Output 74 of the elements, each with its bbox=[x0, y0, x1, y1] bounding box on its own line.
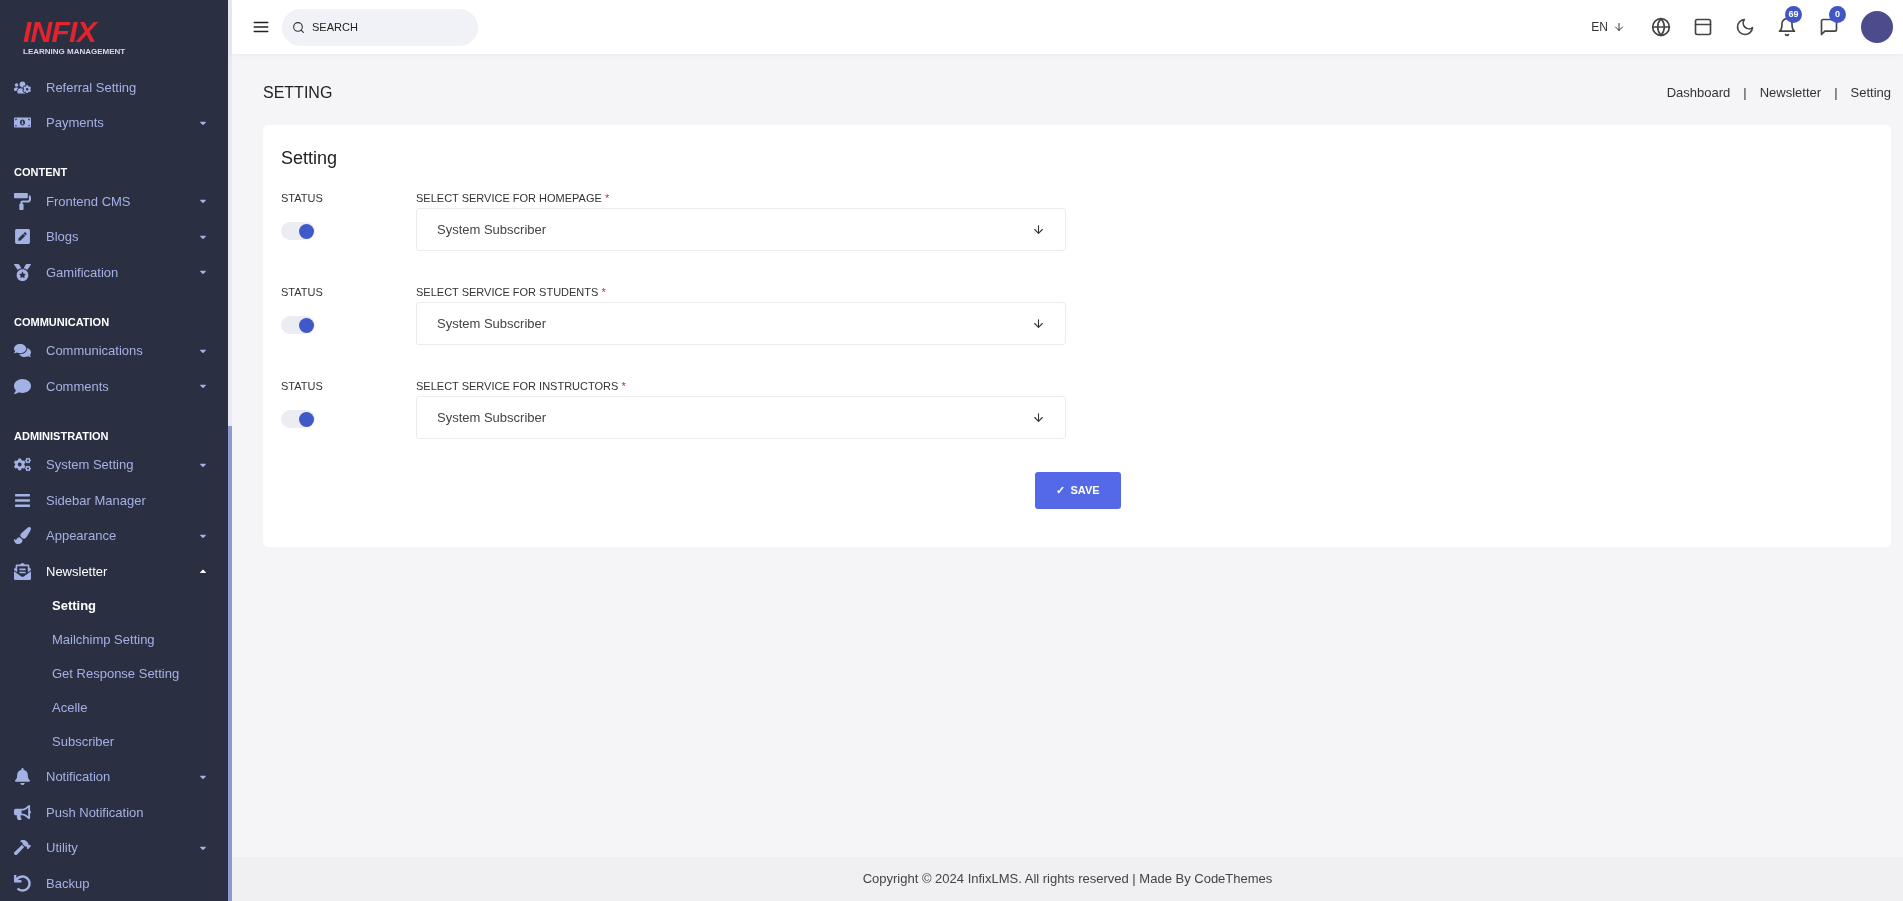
avatar[interactable] bbox=[1861, 11, 1893, 43]
arrow-down-icon bbox=[1032, 223, 1045, 236]
bell-icon bbox=[14, 768, 31, 786]
sidebar-group-item[interactable]: Frontend CMS bbox=[0, 183, 228, 219]
sidebar-group-item[interactable]: Comments bbox=[0, 368, 228, 404]
service-select[interactable]: System Subscriber bbox=[416, 208, 1066, 251]
search-field[interactable]: SEARCH bbox=[282, 8, 478, 46]
notification-count-badge: 69 bbox=[1785, 6, 1802, 23]
search-icon bbox=[292, 20, 305, 34]
layout-icon[interactable] bbox=[1693, 17, 1713, 37]
field-label: SELECT SERVICE FOR INSTRUCTORS * bbox=[416, 379, 627, 394]
page-title: SETTING bbox=[263, 83, 333, 103]
breadcrumb-separator: | bbox=[1834, 84, 1838, 103]
paintbrush-icon bbox=[14, 527, 31, 545]
arrow-down-icon bbox=[1032, 317, 1045, 330]
sidebar-group-item[interactable]: Appearance bbox=[0, 518, 228, 554]
sidebar-subitem[interactable]: Subscriber bbox=[52, 732, 115, 752]
medal-icon bbox=[14, 263, 31, 281]
scrollbar[interactable] bbox=[228, 0, 232, 901]
sidebar-group-item[interactable]: System Setting bbox=[0, 447, 228, 483]
undo-arrow-icon bbox=[14, 874, 31, 892]
status-label: STATUS bbox=[281, 379, 324, 394]
status-label: STATUS bbox=[281, 285, 324, 300]
status-toggle[interactable] bbox=[281, 410, 315, 428]
service-select[interactable]: System Subscriber bbox=[416, 302, 1066, 345]
sidebar-item[interactable]: Referral Setting bbox=[0, 69, 228, 105]
chat-bubble-icon bbox=[14, 377, 31, 395]
arrow-down-icon bbox=[1613, 21, 1625, 33]
paint-roller-icon bbox=[14, 192, 31, 210]
status-toggle[interactable] bbox=[281, 222, 315, 240]
sidebar-group-item[interactable]: Blogs bbox=[0, 219, 228, 255]
hammer-icon bbox=[14, 839, 31, 857]
sidebar-group-item[interactable]: Gamification bbox=[0, 254, 228, 290]
field-label: SELECT SERVICE FOR STUDENTS * bbox=[416, 285, 607, 300]
arrow-down-icon bbox=[1032, 411, 1045, 424]
globe-icon[interactable] bbox=[1651, 17, 1671, 37]
sidebar-group-item[interactable]: Newsletter bbox=[0, 553, 228, 589]
envelope-icon bbox=[14, 562, 31, 580]
status-toggle[interactable] bbox=[281, 316, 315, 334]
chat-bubbles-icon bbox=[14, 342, 31, 360]
gears-icon bbox=[14, 456, 31, 474]
breadcrumb-link[interactable]: Dashboard bbox=[1666, 83, 1731, 103]
megaphone-icon bbox=[14, 803, 31, 821]
sidebar-group-item[interactable]: Payments bbox=[0, 105, 228, 141]
status-label: STATUS bbox=[281, 191, 324, 206]
bell-icon[interactable] bbox=[1777, 17, 1797, 37]
logo-tagline: LEARNING MANAGEMENT bbox=[23, 46, 127, 57]
sidebar-subitem[interactable]: Setting bbox=[52, 596, 97, 616]
field-label: SELECT SERVICE FOR HOMEPAGE * bbox=[416, 191, 611, 206]
sidebar-group-item[interactable]: Utility bbox=[0, 830, 228, 866]
sidebar-subitem[interactable]: Mailchimp Setting bbox=[52, 630, 155, 650]
save-button[interactable]: ✓ SAVE bbox=[1035, 472, 1121, 509]
card-title: Setting bbox=[281, 147, 339, 170]
service-select[interactable]: System Subscriber bbox=[416, 396, 1066, 439]
sidebar-item[interactable]: Push Notification bbox=[0, 794, 228, 830]
section-heading: ADMINISTRATION bbox=[14, 428, 109, 444]
breadcrumb-link[interactable]: Setting bbox=[1850, 83, 1891, 103]
breadcrumb-link[interactable]: Newsletter bbox=[1759, 83, 1822, 103]
sidebar-group-item[interactable]: Notification bbox=[0, 759, 228, 795]
breadcrumb-separator: | bbox=[1743, 84, 1747, 103]
sidebar-subitem[interactable]: Get Response Setting bbox=[52, 664, 180, 684]
copyright-text: Copyright © 2024 InfixLMS. All rights reserved | Made By CodeThemes bbox=[862, 870, 1273, 889]
message-icon[interactable] bbox=[1819, 17, 1839, 37]
section-heading: COMMUNICATION bbox=[14, 314, 110, 330]
language-selector[interactable]: EN bbox=[1591, 18, 1625, 36]
sidebar-subitem[interactable]: Acelle bbox=[52, 698, 88, 718]
section-heading: CONTENT bbox=[14, 165, 68, 180]
moon-icon[interactable] bbox=[1735, 17, 1755, 37]
bars-icon bbox=[14, 491, 31, 509]
message-count-badge: 0 bbox=[1829, 6, 1846, 23]
logo-wordmark: INFIX bbox=[23, 16, 99, 47]
sidebar-item[interactable]: Backup bbox=[0, 865, 228, 901]
sidebar-item[interactable]: Sidebar Manager bbox=[0, 482, 228, 518]
sidebar-group-item[interactable]: Communications bbox=[0, 333, 228, 369]
